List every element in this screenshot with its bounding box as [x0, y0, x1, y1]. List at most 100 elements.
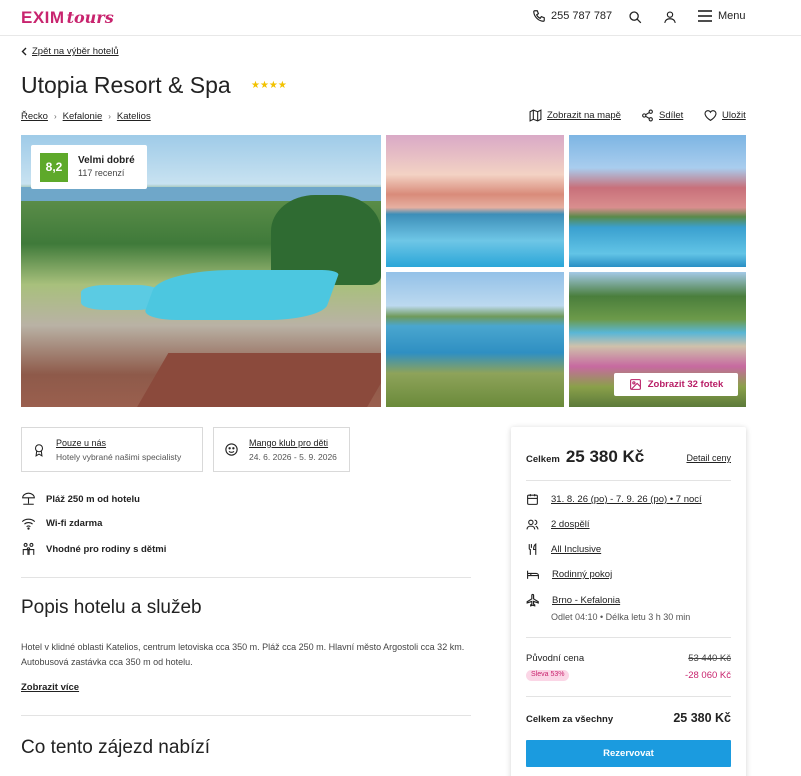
phone-icon — [533, 10, 545, 22]
amenity-family: Vhodné pro rodiny s dětmi — [21, 542, 166, 556]
save-label: Uložit — [722, 110, 746, 121]
rating-card[interactable]: 8,2 Velmi dobré 117 recenzí — [31, 145, 147, 189]
grand-total-value: 25 380 Kč — [673, 711, 731, 725]
beach-umbrella-icon — [22, 492, 35, 505]
logo-main: EXIM — [21, 8, 65, 27]
menu-label: Menu — [718, 10, 746, 22]
hamburger-icon — [698, 10, 712, 22]
grand-total-row: Celkem za všechny 25 380 Kč — [526, 711, 731, 725]
guests-value: 2 dospělí — [551, 519, 590, 530]
show-map-link[interactable]: Zobrazit na mapě — [529, 109, 621, 122]
room-option[interactable]: Rodinný pokoj — [526, 568, 612, 581]
amenity-family-label: Vhodné pro rodiny s dětmi — [46, 543, 167, 555]
hotel-stars: ★★★★ — [251, 80, 287, 91]
logo[interactable]: EXIM tours — [21, 8, 114, 28]
guests-option[interactable]: 2 dospělí — [526, 518, 590, 531]
breadcrumb-country[interactable]: Řecko — [21, 111, 48, 122]
hotel-photo-2[interactable] — [386, 135, 564, 267]
feature-exclusive-subtitle: Hotely vybrané našimi specialisty — [56, 451, 182, 462]
divider — [526, 696, 731, 697]
people-icon — [526, 519, 539, 530]
award-icon — [34, 443, 44, 457]
share-label: Sdílet — [659, 110, 684, 121]
breadcrumb: Řecko › Kefalonie › Katelios — [21, 111, 151, 122]
family-icon — [22, 542, 35, 555]
breadcrumb-resort[interactable]: Katelios — [117, 111, 151, 122]
sale-badge: Sleva 53% — [526, 670, 570, 681]
cutlery-icon — [528, 543, 537, 555]
discount-row: Sleva 53% -28 060 Kč — [526, 670, 731, 681]
kids-club-icon — [225, 443, 238, 456]
map-icon — [529, 109, 542, 122]
room-value: Rodinný pokoj — [552, 569, 613, 580]
hotel-title: Utopia Resort & Spa — [21, 72, 231, 98]
back-link-label: Zpět na výběr hotelů — [32, 46, 119, 57]
plane-icon — [526, 593, 539, 607]
booking-card: Celkem 25 380 Kč Detail ceny 31. 8. 26 (… — [511, 427, 746, 776]
show-map-label: Zobrazit na mapě — [547, 110, 621, 121]
amenity-beach: Pláž 250 m od hotelu — [21, 492, 140, 506]
share-link[interactable]: Sdílet — [641, 109, 683, 122]
rating-score: 8,2 — [40, 152, 68, 182]
user-icon[interactable] — [663, 10, 677, 29]
search-icon[interactable] — [628, 10, 642, 29]
divider — [526, 637, 731, 638]
photo-pool — [141, 270, 341, 320]
breadcrumb-region[interactable]: Kefalonie — [63, 111, 103, 122]
board-option[interactable]: All Inclusive — [526, 543, 601, 556]
breadcrumb-separator: › — [53, 112, 57, 121]
show-photos-button[interactable]: Zobrazit 32 fotek — [614, 373, 738, 396]
logo-sub: tours — [66, 8, 114, 27]
description-heading: Popis hotelu a služeb — [21, 597, 202, 618]
image-icon — [629, 379, 641, 390]
phone-link[interactable]: 255 787 787 — [532, 9, 612, 23]
dates-option[interactable]: 31. 8. 26 (po) - 7. 9. 26 (po) • 7 nocí — [526, 493, 702, 506]
site-header: EXIM tours 255 787 787 Menu — [0, 0, 801, 36]
heart-icon — [704, 110, 717, 122]
show-more-link[interactable]: Zobrazit více — [21, 682, 79, 693]
hotel-photo-4[interactable] — [386, 272, 564, 407]
flight-value: Brno - Kefalonia — [552, 594, 621, 606]
flight-info: Odlet 04:10 • Délka letu 3 h 30 min — [551, 612, 691, 622]
bed-icon — [527, 570, 539, 579]
grand-total-label: Celkem za všechny — [526, 714, 614, 725]
feature-exclusive[interactable]: Pouze u nás Hotely vybrané našimi specia… — [21, 427, 203, 472]
offer-heading: Co tento zájezd nabízí — [21, 737, 211, 758]
divider — [526, 480, 731, 481]
back-link[interactable]: Zpět na výběr hotelů — [21, 46, 119, 57]
feature-kids-club-dates: 24. 6. 2026 - 5. 9. 2026 — [249, 451, 337, 462]
wifi-icon — [21, 518, 36, 530]
calendar-icon — [527, 494, 538, 505]
original-price-row: Původní cena 53 440 Kč — [526, 653, 731, 664]
book-button[interactable]: Rezervovat — [526, 740, 731, 767]
original-price-value: 53 440 Kč — [688, 653, 731, 664]
breadcrumb-separator: › — [108, 112, 111, 121]
rating-reviews: 117 recenzí — [78, 168, 125, 178]
show-photos-label: Zobrazit 32 fotek — [647, 379, 724, 390]
flight-option[interactable]: Brno - Kefalonia — [526, 593, 620, 607]
dates-value: 31. 8. 26 (po) - 7. 9. 26 (po) • 7 nocí — [551, 494, 702, 505]
amenity-wifi: Wi-fi zdarma — [21, 517, 102, 530]
divider — [21, 715, 471, 716]
total-label: Celkem — [526, 454, 560, 465]
amenity-beach-label: Pláž 250 m od hotelu — [46, 493, 140, 505]
chevron-left-icon — [21, 47, 27, 56]
feature-kids-club-title: Mango klub pro děti — [249, 437, 329, 448]
price-detail-link[interactable]: Detail ceny — [686, 453, 731, 463]
discount-value: -28 060 Kč — [685, 670, 731, 681]
total-price: 25 380 Kč — [565, 447, 645, 466]
share-icon — [642, 109, 653, 122]
divider — [21, 577, 471, 578]
feature-exclusive-title: Pouze u nás — [56, 437, 107, 448]
original-price-label: Původní cena — [526, 653, 585, 664]
rating-label: Velmi dobré — [78, 155, 135, 166]
feature-kids-club[interactable]: Mango klub pro děti 24. 6. 2026 - 5. 9. … — [213, 427, 350, 472]
menu-button[interactable]: Menu — [698, 10, 746, 22]
phone-number: 255 787 787 — [551, 10, 613, 22]
photo-roof — [133, 353, 381, 407]
save-link[interactable]: Uložit — [704, 109, 746, 122]
description-text: Hotel v klidné oblasti Katelios, centrum… — [21, 642, 465, 667]
board-value: All Inclusive — [551, 544, 602, 555]
amenity-wifi-label: Wi-fi zdarma — [46, 518, 103, 529]
hotel-photo-3[interactable] — [569, 135, 746, 267]
